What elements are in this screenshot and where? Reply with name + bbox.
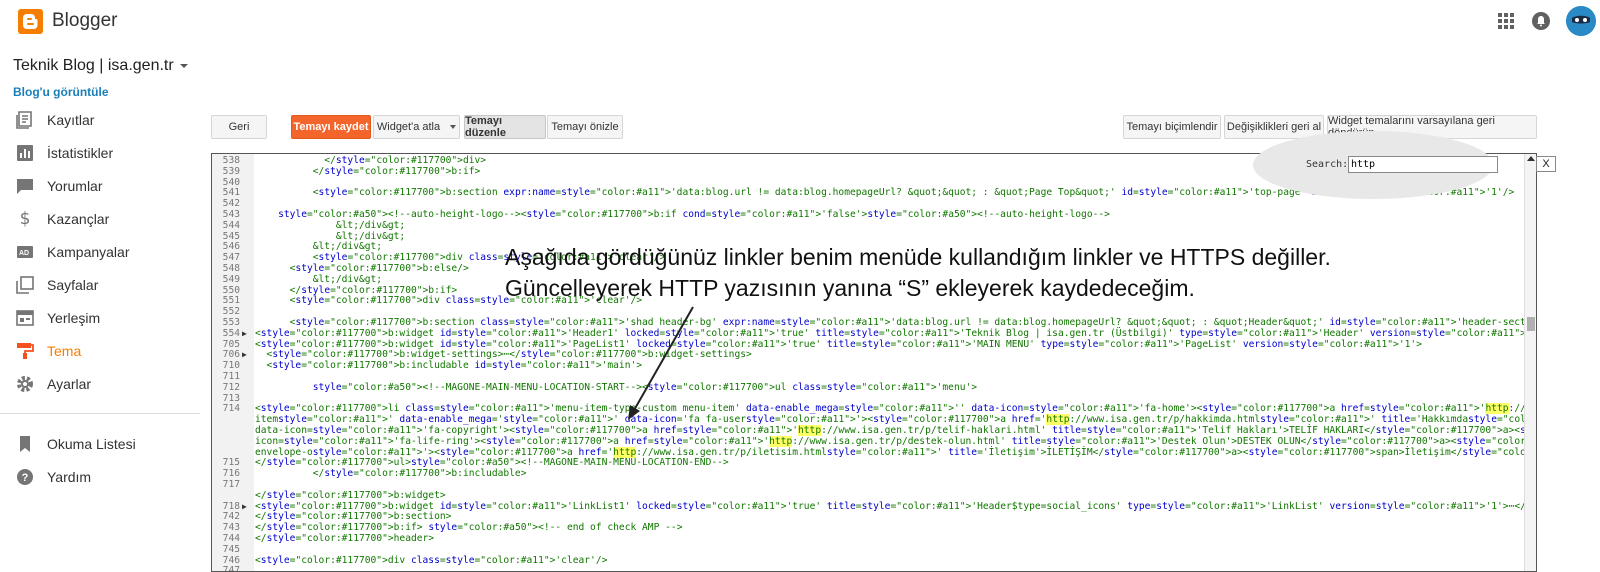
annotation-arrow bbox=[628, 306, 694, 420]
